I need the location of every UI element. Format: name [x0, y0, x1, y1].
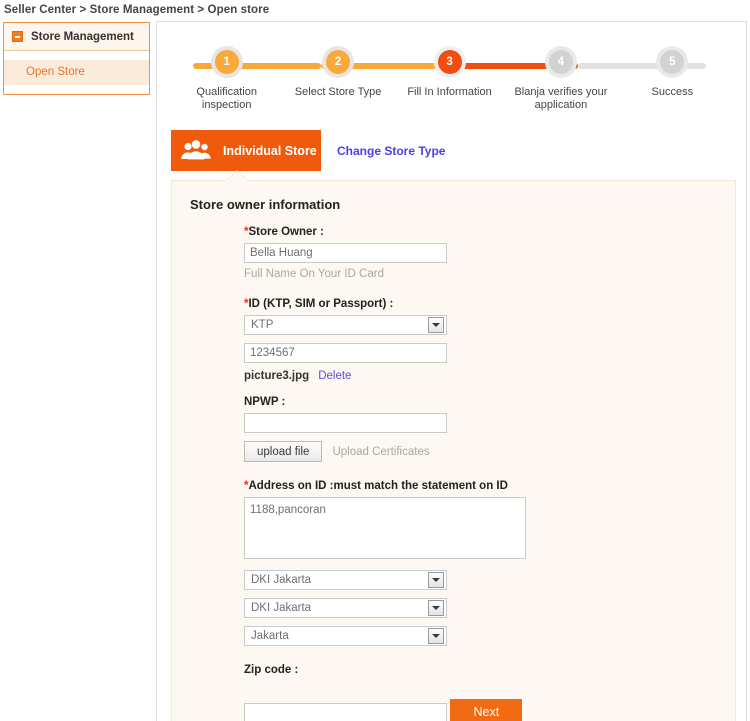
- store-owner-form-panel: Store owner information *Store Owner : F…: [171, 170, 736, 721]
- page-title: Store owner information: [190, 197, 341, 212]
- step-label-1: Qualification inspection: [196, 86, 257, 111]
- step-number-3: 3: [437, 50, 462, 74]
- id-type-select-value: KTP: [251, 319, 274, 331]
- label-address-text: Address on ID :must match the statement …: [248, 480, 508, 492]
- store-owner-input[interactable]: [244, 243, 447, 263]
- label-store-owner: *Store Owner :: [244, 226, 735, 238]
- stepper-step-5[interactable]: 5 Success: [617, 50, 728, 112]
- stepper-step-4[interactable]: 4 Blanja verifies your application: [505, 50, 616, 112]
- district-select[interactable]: Jakarta: [244, 626, 447, 646]
- label-id-document-text: ID (KTP, SIM or Passport) :: [248, 298, 394, 310]
- city-select[interactable]: DKI Jakarta: [244, 598, 447, 618]
- npwp-input[interactable]: [244, 413, 447, 433]
- label-npwp: NPWP :: [244, 396, 286, 408]
- sidebar-title: Store Management: [31, 30, 134, 43]
- district-select-value: Jakarta: [251, 630, 289, 642]
- panel-notch: [226, 171, 248, 181]
- chevron-down-icon[interactable]: [428, 600, 444, 616]
- sidebar: Store Management Open Store: [3, 22, 150, 95]
- step-label-3: Fill In Information: [407, 86, 492, 98]
- users-group-icon: [179, 139, 213, 163]
- id-number-input[interactable]: [244, 343, 447, 363]
- upload-file-button[interactable]: upload file: [244, 441, 323, 462]
- stepper-step-2[interactable]: 2 Select Store Type: [282, 50, 393, 112]
- label-store-owner-text: Store Owner :: [248, 226, 324, 238]
- sidebar-spacer-bottom: [4, 85, 149, 94]
- label-zip-code: Zip code :: [244, 664, 299, 676]
- tab-individual-store[interactable]: Individual Store: [171, 130, 321, 171]
- store-type-tab-row: Individual Store Change Store Type: [171, 130, 746, 171]
- step-number-2: 2: [326, 50, 351, 74]
- minus-square-icon[interactable]: [12, 31, 23, 42]
- field-store-owner: *Store Owner : Full Name On Your ID Card: [244, 226, 735, 280]
- tab-individual-store-label: Individual Store: [223, 143, 317, 158]
- step-number-4: 4: [548, 50, 573, 74]
- step-label-4: Blanja verifies your application: [514, 86, 608, 111]
- sidebar-item-open-store[interactable]: Open Store: [4, 60, 149, 85]
- page-body: Store Management Open Store 1 Qualificat…: [0, 21, 750, 721]
- address-textarea[interactable]: 1188,pancoran: [244, 497, 526, 559]
- field-npwp: NPWP : upload file Upload Certificates: [244, 396, 735, 462]
- province-select-value: DKI Jakarta: [251, 574, 312, 586]
- step-number-5: 5: [660, 50, 685, 74]
- main-content: 1 Qualification inspection 2 Select Stor…: [156, 21, 747, 721]
- province-select[interactable]: DKI Jakarta: [244, 570, 447, 590]
- label-id-document: *ID (KTP, SIM or Passport) :: [244, 298, 735, 310]
- stepper-step-3[interactable]: 3 Fill In Information: [394, 50, 505, 112]
- hint-store-owner: Full Name On Your ID Card: [244, 268, 384, 280]
- field-zip-code: Zip code : Next: [244, 664, 735, 721]
- field-id-document: *ID (KTP, SIM or Passport) : KTP picture…: [244, 298, 735, 382]
- progress-stepper: 1 Qualification inspection 2 Select Stor…: [171, 50, 728, 112]
- field-address: *Address on ID :must match the statement…: [244, 480, 735, 646]
- delete-id-file-link[interactable]: Delete: [318, 370, 351, 382]
- chevron-down-icon[interactable]: [428, 628, 444, 644]
- id-file-name: picture3.jpg: [244, 370, 310, 382]
- chevron-down-icon[interactable]: [428, 317, 444, 333]
- label-address: *Address on ID :must match the statement…: [244, 480, 735, 492]
- sidebar-header[interactable]: Store Management: [4, 23, 149, 51]
- upload-certificates-hint: Upload Certificates: [332, 445, 430, 458]
- stepper-steps: 1 Qualification inspection 2 Select Stor…: [171, 50, 728, 112]
- next-button[interactable]: Next: [450, 699, 523, 721]
- change-store-type-link[interactable]: Change Store Type: [337, 144, 445, 158]
- chevron-down-icon[interactable]: [428, 572, 444, 588]
- zip-code-input[interactable]: [244, 703, 447, 721]
- sidebar-spacer-top: [4, 51, 149, 60]
- id-file-row: picture3.jpg Delete: [244, 370, 735, 382]
- id-type-select[interactable]: KTP: [244, 315, 447, 335]
- breadcrumb: Seller Center > Store Management > Open …: [4, 4, 270, 16]
- npwp-upload-row: upload file Upload Certificates: [244, 441, 735, 462]
- step-label-5: Success: [651, 86, 694, 98]
- step-label-2: Select Store Type: [294, 86, 382, 98]
- city-select-value: DKI Jakarta: [251, 602, 312, 614]
- step-number-1: 1: [214, 50, 239, 74]
- stepper-step-1[interactable]: 1 Qualification inspection: [171, 50, 282, 112]
